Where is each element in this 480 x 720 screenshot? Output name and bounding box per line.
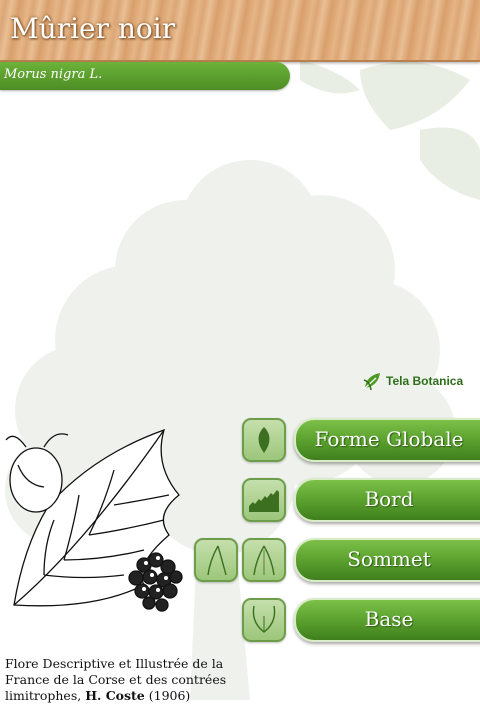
forme-globale-label: Forme Globale xyxy=(314,427,464,451)
leaf-logo-icon xyxy=(363,373,380,391)
illustration-caption: Flore Descriptive et Illustrée de la Fra… xyxy=(5,656,240,704)
caption-author: H. Coste xyxy=(85,688,145,703)
serrated-edge-icon xyxy=(249,490,279,512)
forme-globale-button[interactable]: Forme Globale xyxy=(294,418,480,462)
base-icon-button[interactable] xyxy=(242,598,286,642)
sommet-icon-button[interactable] xyxy=(242,538,286,582)
page-title: Mûrier noir xyxy=(10,12,176,45)
latin-name-bar: Morus nigra L. xyxy=(0,62,290,90)
caption-year: (1906) xyxy=(144,688,191,703)
leaf-tip-icon xyxy=(253,545,275,576)
title-bar: Mûrier noir xyxy=(0,0,480,62)
botanical-illustration xyxy=(5,428,183,612)
tela-botanica-logo: Tela Botanica xyxy=(362,370,474,394)
acute-tip-icon xyxy=(207,545,227,576)
acute-tip-icon-button[interactable] xyxy=(194,538,238,582)
latin-name: Morus nigra L. xyxy=(4,67,103,82)
leaf-base-icon xyxy=(252,605,276,633)
bord-button[interactable]: Bord xyxy=(294,478,480,522)
sommet-label: Sommet xyxy=(347,547,431,571)
logo-text: Tela Botanica xyxy=(386,374,464,388)
forme-globale-icon-button[interactable] xyxy=(242,418,286,462)
base-button[interactable]: Base xyxy=(294,598,480,642)
bord-label: Bord xyxy=(364,487,414,511)
bord-icon-button[interactable] xyxy=(242,478,286,522)
leaf-shape-icon xyxy=(258,427,270,453)
sommet-button[interactable]: Sommet xyxy=(294,538,480,582)
base-label: Base xyxy=(364,607,414,631)
